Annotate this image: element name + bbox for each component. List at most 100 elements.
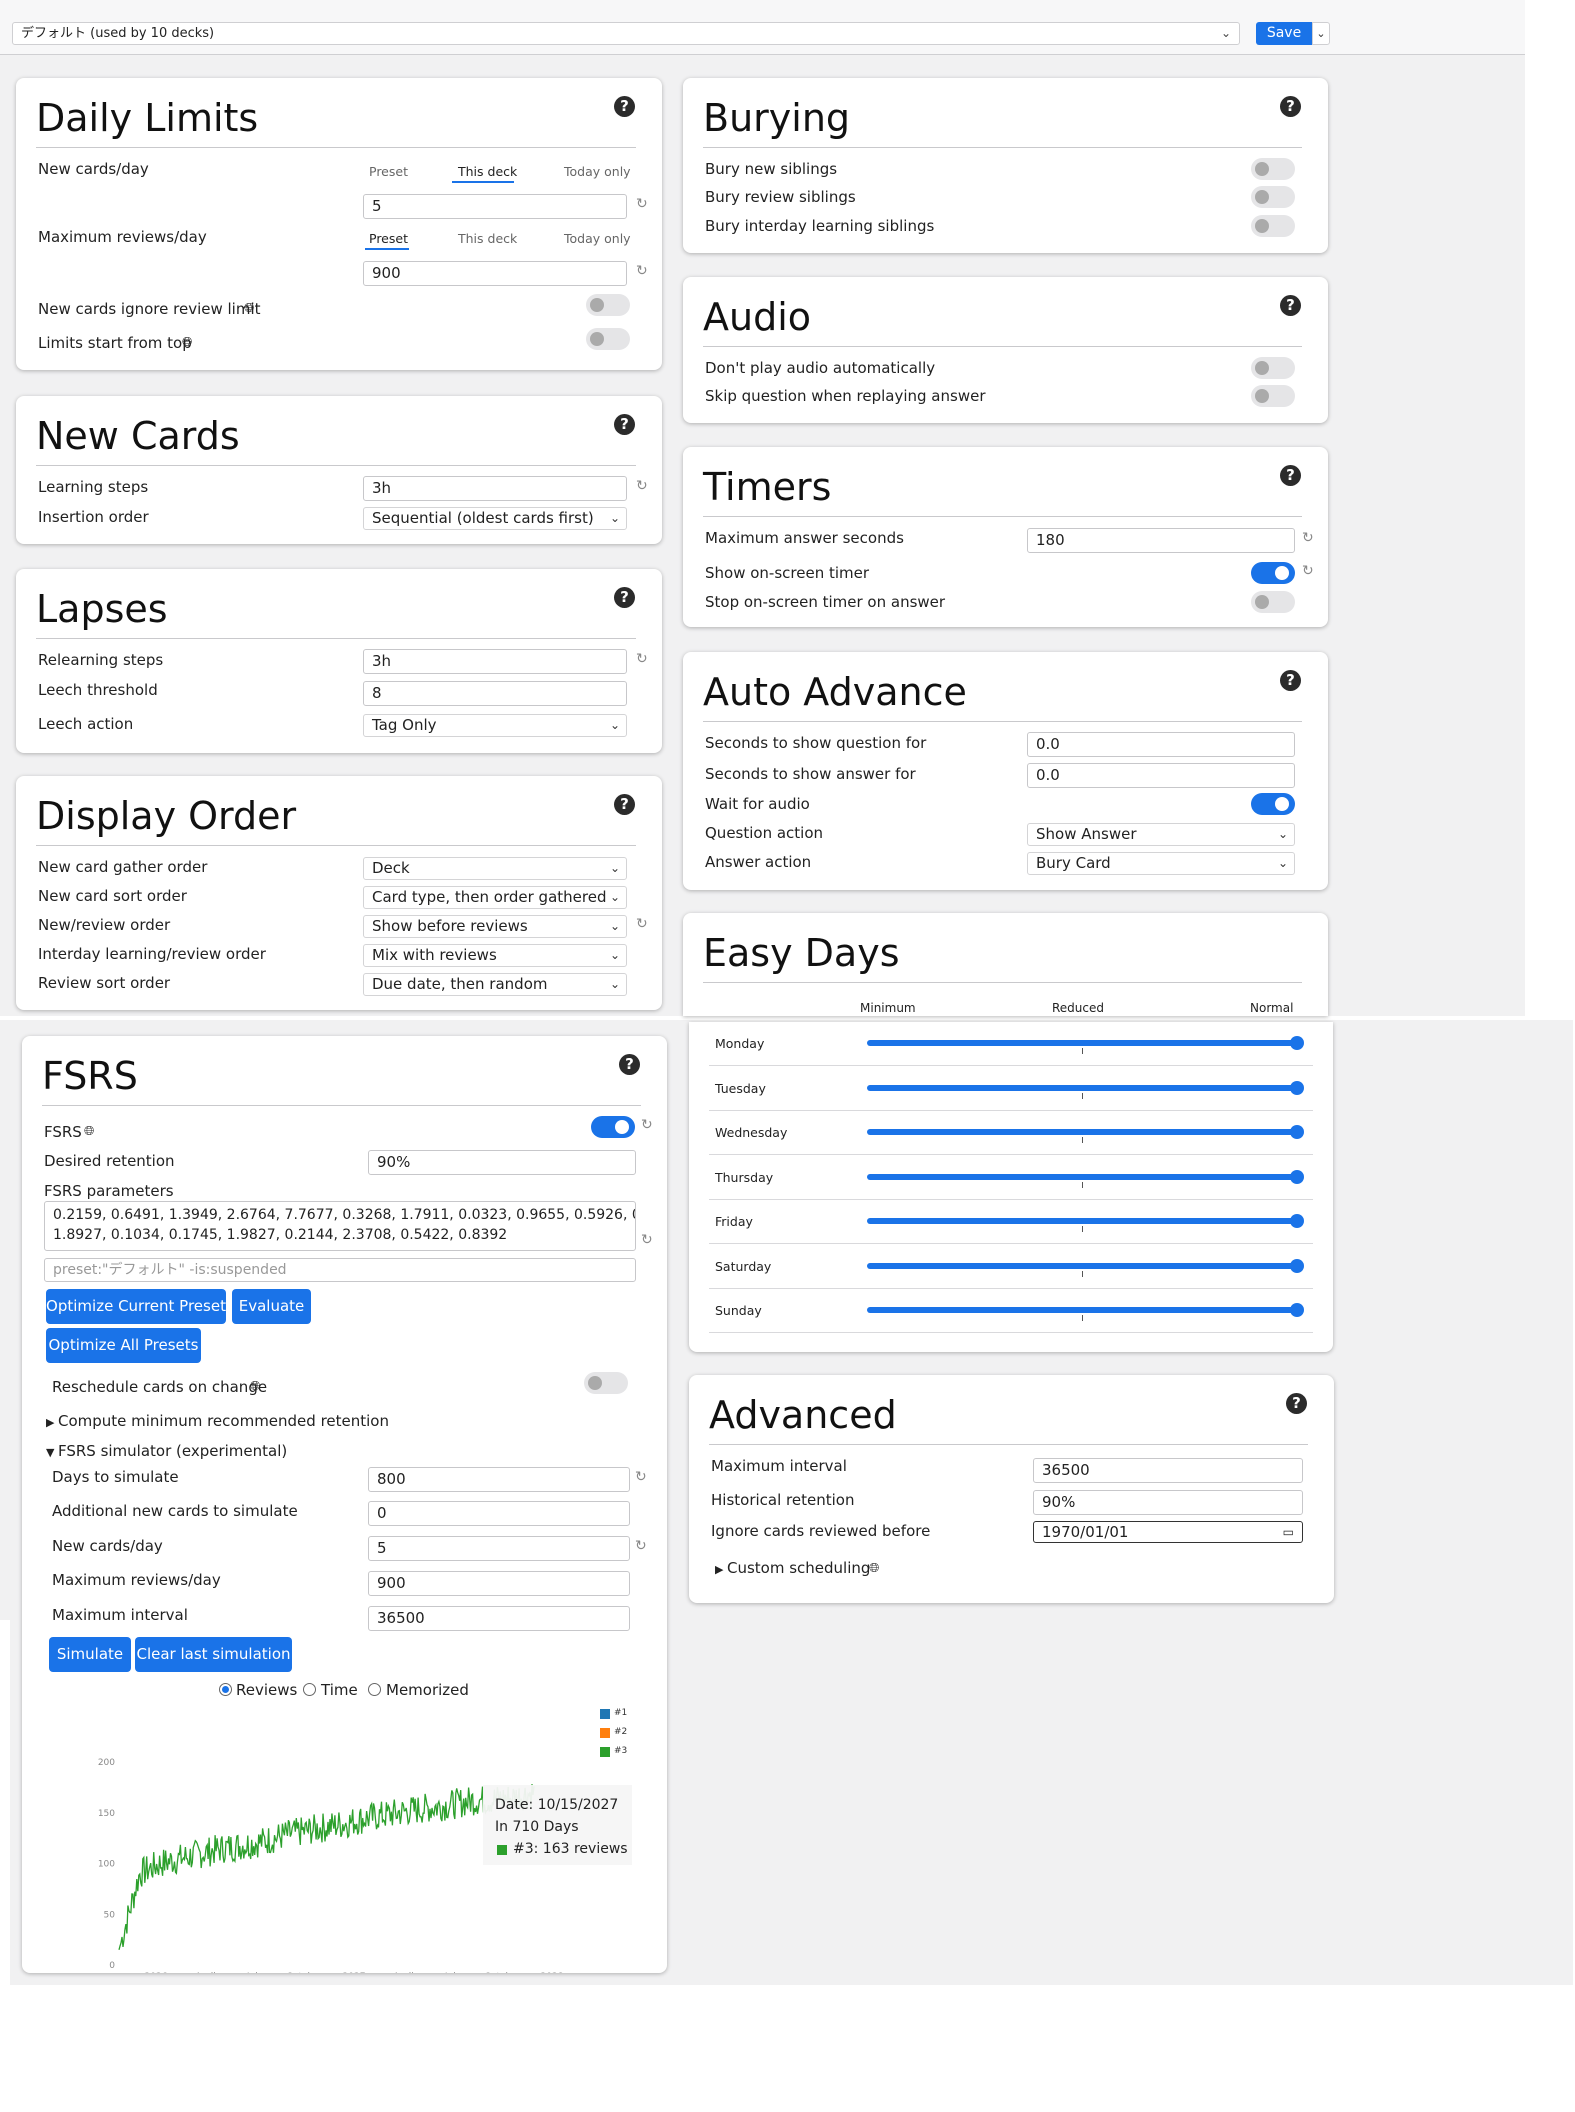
x-tick-label: July (444, 1972, 462, 1973)
max-reviews-day-input[interactable]: 900 (363, 261, 627, 286)
tab-preset[interactable]: Preset (369, 231, 408, 246)
leech-threshold-input[interactable]: 8 (363, 681, 627, 706)
relearning-steps-input[interactable]: 3h (363, 649, 627, 674)
tab-this-deck[interactable]: This deck (458, 231, 517, 246)
evaluate-button[interactable]: Evaluate (232, 1289, 311, 1324)
simulator-toggle[interactable]: ▼ FSRS simulator (experimental) (46, 1442, 287, 1460)
desired-retention-input[interactable]: 90% (368, 1150, 636, 1175)
learning-steps-input[interactable]: 3h (363, 476, 627, 501)
radio-memorized[interactable] (368, 1683, 381, 1696)
easy-day-slider[interactable] (867, 1040, 1297, 1046)
save-dropdown-button[interactable]: ⌄ (1312, 22, 1330, 45)
radio-time[interactable] (303, 1683, 316, 1696)
clear-simulation-button[interactable]: Clear last simulation (135, 1637, 292, 1672)
limits-from-top-toggle[interactable] (586, 328, 630, 350)
bury-new-toggle[interactable] (1251, 158, 1295, 180)
easy-day-slider[interactable] (867, 1173, 1297, 1180)
interday-order-select[interactable]: Mix with reviews ⌄ (363, 944, 627, 967)
reset-icon[interactable]: ↻ (1302, 530, 1314, 546)
sim-additional-input[interactable]: 0 (368, 1501, 630, 1526)
reset-icon[interactable]: ↻ (641, 1232, 653, 1248)
tab-preset[interactable]: Preset (369, 164, 408, 179)
fsrs-toggle[interactable] (591, 1116, 635, 1138)
easy-day-slider[interactable] (867, 1084, 1297, 1091)
radio-reviews[interactable] (219, 1683, 232, 1696)
sim-max-reviews-input[interactable]: 900 (368, 1571, 630, 1596)
easy-day-slider[interactable] (867, 1218, 1297, 1224)
answer-seconds-input[interactable]: 0.0 (1027, 763, 1295, 788)
max-answer-seconds-input[interactable]: 180 (1027, 528, 1295, 553)
reset-icon[interactable]: ↻ (635, 1538, 647, 1554)
easy-day-slider-knob[interactable] (1290, 1258, 1304, 1273)
help-icon[interactable]: ? (619, 1054, 640, 1075)
calendar-icon[interactable]: ▭ (1283, 1522, 1294, 1542)
no-autoplay-toggle[interactable] (1251, 357, 1295, 379)
help-icon[interactable]: ? (1280, 295, 1301, 316)
optimize-current-button[interactable]: Optimize Current Preset (46, 1289, 226, 1324)
question-action-select[interactable]: Show Answer ⌄ (1027, 823, 1295, 846)
reset-icon[interactable]: ↻ (636, 651, 648, 667)
adv-max-interval-input[interactable]: 36500 (1033, 1458, 1303, 1483)
stop-timer-toggle[interactable] (1251, 591, 1295, 613)
reset-icon[interactable]: ↻ (636, 263, 648, 279)
help-icon[interactable]: ? (614, 794, 635, 815)
tab-this-deck[interactable]: This deck (458, 164, 517, 179)
new-cards-day-input[interactable]: 5 (363, 194, 627, 219)
gather-order-select[interactable]: Deck ⌄ (363, 857, 627, 880)
reset-icon[interactable]: ↻ (1302, 563, 1314, 579)
preset-selector[interactable]: デフォルト (used by 10 decks) ⌄ (12, 22, 1240, 45)
compute-min-retention-toggle[interactable]: ▶ Compute minimum recommended retention (46, 1412, 389, 1430)
save-button[interactable]: Save (1256, 22, 1312, 45)
optimize-all-button[interactable]: Optimize All Presets (46, 1328, 201, 1363)
search-query-input[interactable]: preset:"デフォルト" -is:suspended (44, 1258, 636, 1282)
compute-min-retention-label: Compute minimum recommended retention (57, 1412, 389, 1430)
help-icon[interactable]: ? (1286, 1393, 1307, 1414)
reset-icon[interactable]: ↻ (635, 1469, 647, 1485)
fsrs-params-textarea[interactable]: 0.2159, 0.6491, 1.3949, 2.6764, 7.7677, … (44, 1201, 636, 1251)
max-answer-seconds-label: Maximum answer seconds (705, 529, 904, 547)
sim-new-cards-input[interactable]: 5 (368, 1536, 630, 1561)
easy-day-slider-knob[interactable] (1290, 1169, 1304, 1184)
easy-day-slider[interactable] (867, 1307, 1297, 1313)
custom-scheduling-toggle[interactable]: ▶ Custom scheduling (715, 1559, 870, 1577)
easy-day-label: Monday (715, 1036, 765, 1051)
easy-day-slider-knob[interactable] (1290, 1080, 1304, 1095)
hist-retention-input[interactable]: 90% (1033, 1490, 1303, 1515)
wait-audio-toggle[interactable] (1251, 793, 1295, 815)
tab-today-only[interactable]: Today only (564, 231, 631, 246)
review-sort-order-select[interactable]: Due date, then random ⌄ (363, 973, 627, 996)
help-icon[interactable]: ? (1280, 465, 1301, 486)
help-icon[interactable]: ? (1280, 670, 1301, 691)
reset-icon[interactable]: ↻ (636, 196, 648, 212)
easy-day-slider-knob[interactable] (1290, 1125, 1304, 1139)
sim-days-input[interactable]: 800 (368, 1467, 630, 1492)
tab-today-only[interactable]: Today only (564, 164, 631, 179)
help-icon[interactable]: ? (1280, 96, 1301, 117)
reset-icon[interactable]: ↻ (636, 478, 648, 494)
sort-order-select[interactable]: Card type, then order gathered ⌄ (363, 886, 627, 909)
bury-interday-toggle[interactable] (1251, 215, 1295, 237)
show-timer-toggle[interactable] (1251, 562, 1295, 584)
question-seconds-input[interactable]: 0.0 (1027, 732, 1295, 757)
reset-icon[interactable]: ↻ (636, 916, 648, 932)
help-icon[interactable]: ? (614, 414, 635, 435)
ignore-before-date-input[interactable]: 1970/01/01 ▭ (1033, 1521, 1303, 1543)
bury-review-toggle[interactable] (1251, 186, 1295, 208)
reschedule-toggle[interactable] (584, 1372, 628, 1394)
answer-action-select[interactable]: Bury Card ⌄ (1027, 852, 1295, 875)
reset-icon[interactable]: ↻ (641, 1117, 653, 1133)
ignore-review-limit-toggle[interactable] (586, 294, 630, 316)
help-icon[interactable]: ? (614, 587, 635, 608)
easy-day-slider-knob[interactable] (1290, 1036, 1304, 1050)
help-icon[interactable]: ? (614, 96, 635, 117)
sim-max-interval-input[interactable]: 36500 (368, 1606, 630, 1631)
simulate-button[interactable]: Simulate (49, 1637, 131, 1672)
easy-day-slider[interactable] (867, 1262, 1297, 1269)
leech-action-select[interactable]: Tag Only ⌄ (363, 714, 627, 737)
easy-day-slider-knob[interactable] (1290, 1303, 1304, 1317)
insertion-order-select[interactable]: Sequential (oldest cards first) ⌄ (363, 507, 627, 530)
easy-day-slider-knob[interactable] (1290, 1214, 1304, 1228)
new-review-order-select[interactable]: Show before reviews ⌄ (363, 915, 627, 938)
easy-day-slider[interactable] (867, 1129, 1297, 1135)
skip-question-toggle[interactable] (1251, 385, 1295, 407)
